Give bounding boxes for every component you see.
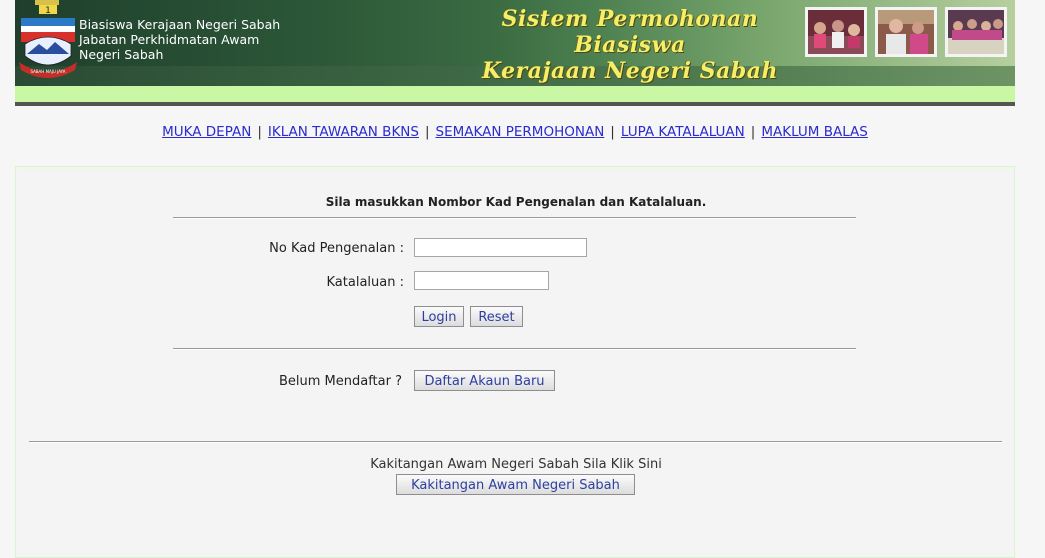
- nav-iklan-tawaran-bkns[interactable]: IKLAN TAWARAN BKNS: [268, 124, 419, 140]
- nav-lupa-katalaluan[interactable]: LUPA KATALALUAN: [621, 124, 745, 140]
- system-title: Sistem Permohonan Biasiswa Kerajaan Nege…: [455, 6, 805, 84]
- organization-name: Biasiswa Kerajaan Negeri Sabah Jabatan P…: [79, 17, 280, 62]
- login-button[interactable]: Login: [414, 306, 464, 327]
- staff-instruction: Kakitangan Awam Negeri Sabah Sila Klik S…: [370, 457, 662, 472]
- nav-maklum-balas[interactable]: MAKLUM BALAS: [761, 124, 868, 140]
- sabah-crest-icon: 1 SABAH MAJU JAYA: [19, 0, 77, 78]
- nav-separator: |: [750, 124, 756, 140]
- password-input[interactable]: [414, 271, 549, 290]
- nav-muka-depan[interactable]: MUKA DEPAN: [162, 124, 251, 140]
- nav-semakan-permohonan[interactable]: SEMAKAN PERMOHONAN: [436, 124, 605, 140]
- register-new-account-button[interactable]: Daftar Akaun Baru: [414, 370, 555, 391]
- nav-separator: |: [610, 124, 615, 140]
- org-line-3: Negeri Sabah: [79, 47, 164, 62]
- ic-number-input[interactable]: [414, 238, 587, 257]
- org-line-1: Biasiswa Kerajaan Negeri Sabah: [79, 17, 281, 32]
- header-photo-1: [805, 7, 867, 57]
- svg-text:1: 1: [45, 6, 51, 16]
- system-title-line-2: Kerajaan Negeri Sabah: [482, 58, 778, 84]
- register-prompt: Belum Mendaftar ?: [278, 374, 402, 389]
- nav-separator: |: [257, 124, 262, 140]
- org-line-2: Jabatan Perkhidmatan Awam: [79, 32, 260, 47]
- staff-login-button[interactable]: Kakitangan Awam Negeri Sabah: [396, 474, 635, 495]
- main-navigation: MUKA DEPAN | IKLAN TAWARAN BKNS | SEMAKAN PE…: [0, 124, 1030, 140]
- divider: [29, 441, 1002, 443]
- ic-number-label: No Kad Pengenalan :: [269, 241, 404, 256]
- header-photo-2: [875, 7, 937, 57]
- reset-button[interactable]: Reset: [470, 306, 523, 327]
- login-instruction: Sila masukkan Nombor Kad Pengenalan dan …: [325, 195, 707, 209]
- header-photo-3: [945, 7, 1007, 57]
- nav-separator: |: [424, 124, 430, 140]
- header-green-bar: [15, 86, 1015, 106]
- divider: [173, 348, 856, 350]
- site-header: 1 SABAH MAJU JAYA Biasiswa Kerajaan Nege…: [15, 0, 1015, 86]
- password-label: Katalaluan :: [326, 275, 404, 290]
- login-panel: Sila masukkan Nombor Kad Pengenalan dan …: [15, 166, 1015, 558]
- system-title-line-1: Sistem Permohonan Biasiswa: [501, 6, 759, 58]
- divider: [173, 217, 856, 219]
- svg-text:SABAH MAJU JAYA: SABAH MAJU JAYA: [30, 69, 65, 74]
